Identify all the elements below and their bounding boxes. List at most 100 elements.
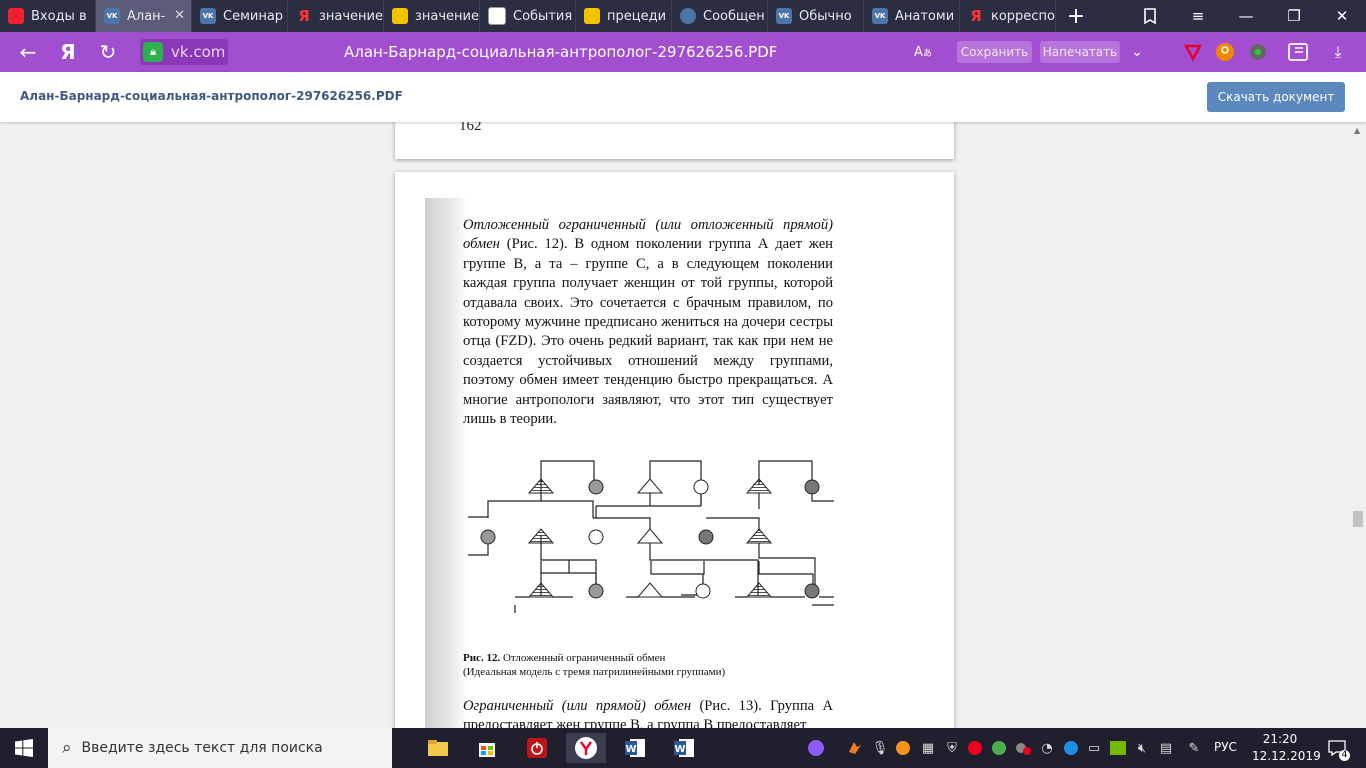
tab-5[interactable]: События bbox=[480, 0, 576, 32]
tab-label: Анатоми bbox=[895, 8, 955, 24]
tab-7[interactable]: Сообщен bbox=[672, 0, 768, 32]
save-button[interactable]: Сохранить bbox=[957, 41, 1032, 63]
new-tab-icon[interactable]: + bbox=[1056, 0, 1096, 32]
paragraph-restricted-exchange: Ограниченный (или прямой) обмен (Рис. 13… bbox=[463, 697, 833, 728]
caption-title: Отложенный ограниченный обмен bbox=[500, 652, 666, 664]
yandex-browser-icon[interactable] bbox=[566, 733, 606, 763]
search-placeholder: Введите здесь текст для поиска bbox=[81, 740, 323, 756]
download-icon[interactable]: ⤓ bbox=[1327, 41, 1349, 63]
female-symbol bbox=[804, 583, 820, 599]
tray-c-icon[interactable] bbox=[1061, 738, 1081, 758]
windows-start-icon[interactable] bbox=[0, 728, 48, 768]
scroll-up-arrow-icon[interactable]: ▲ bbox=[1354, 126, 1360, 135]
scrollbar-thumb[interactable] bbox=[1353, 511, 1363, 527]
back-icon[interactable]: ← bbox=[10, 32, 46, 72]
menu-icon[interactable]: ≡ bbox=[1174, 0, 1222, 32]
male-symbol bbox=[745, 528, 773, 544]
reload-icon[interactable]: ↻ bbox=[90, 32, 126, 72]
tab-6[interactable]: прецеди bbox=[576, 0, 672, 32]
word-icon-2[interactable]: W bbox=[664, 733, 704, 763]
power-app-icon[interactable] bbox=[517, 733, 557, 763]
female-symbol bbox=[698, 529, 714, 545]
torrent-icon[interactable] bbox=[989, 738, 1009, 758]
tab-3[interactable]: Язначение bbox=[288, 0, 384, 32]
alice-icon[interactable] bbox=[806, 738, 826, 758]
mail-tab-icon bbox=[8, 8, 24, 24]
store-icon[interactable] bbox=[467, 733, 507, 763]
pdf-viewer[interactable]: 162 Отложенный ограниченный (или отложен… bbox=[0, 122, 1366, 728]
page-title: Алан-Барнард-социальная-антрополог-29762… bbox=[344, 43, 778, 61]
close-tab-icon[interactable]: ✕ bbox=[174, 8, 185, 23]
caption-subtitle: (Идеальная модель с тремя патрилинейными… bbox=[463, 666, 726, 678]
page-scan-shadow bbox=[425, 198, 467, 728]
restore-icon[interactable]: ❐ bbox=[1270, 0, 1318, 32]
paragraph-body: (Рис. 12). В одном поколении группа А да… bbox=[463, 236, 833, 428]
tray-window-icon[interactable]: ▭ bbox=[1084, 738, 1104, 758]
scrollbar[interactable]: ▲ bbox=[1350, 122, 1366, 728]
tab-1[interactable]: VK Алан- ✕ bbox=[96, 0, 192, 32]
male-symbol bbox=[636, 582, 664, 598]
url-text: vk.com bbox=[171, 43, 226, 61]
tab-label: Алан- bbox=[127, 8, 166, 24]
tab-label: События bbox=[513, 8, 573, 24]
language-indicator[interactable]: РУС bbox=[1214, 740, 1237, 754]
minimize-icon[interactable]: — bbox=[1222, 0, 1270, 32]
female-symbol bbox=[804, 479, 820, 495]
tray-network-icon[interactable]: ▤ bbox=[1156, 738, 1176, 758]
tab-9[interactable]: VK Анатоми bbox=[864, 0, 960, 32]
tab-label: Семинар bbox=[223, 8, 284, 24]
tab-0[interactable]: Входы в bbox=[0, 0, 96, 32]
tab-label: значение bbox=[319, 8, 383, 24]
taskbar: ⌕ Введите здесь текст для поиска W W 🎙︎ … bbox=[0, 728, 1366, 768]
network-error-icon[interactable] bbox=[1013, 738, 1033, 758]
bitcoin-icon[interactable] bbox=[893, 738, 913, 758]
pen-icon[interactable]: ✎ bbox=[1184, 738, 1204, 758]
male-symbol bbox=[745, 582, 773, 598]
wifi-icon[interactable]: ◔ bbox=[1037, 738, 1057, 758]
chevron-down-icon[interactable]: ⌄ bbox=[1126, 41, 1148, 63]
vk-tab-icon: VK bbox=[104, 8, 120, 24]
tab-10[interactable]: Якорреспо bbox=[960, 0, 1056, 32]
ya-tab-icon: Я bbox=[298, 7, 310, 25]
document-header: Алан-Барнард-социальная-антрополог-29762… bbox=[0, 72, 1366, 122]
url-field[interactable]: 🔒︎ vk.com bbox=[140, 39, 228, 65]
tab-label: Входы в bbox=[31, 8, 87, 24]
tab-8[interactable]: VK Обычно bbox=[768, 0, 864, 32]
msg-tab-icon bbox=[680, 8, 696, 24]
ya-tab-icon: Я bbox=[970, 7, 982, 25]
nvidia-icon[interactable] bbox=[1108, 738, 1128, 758]
kinship-diagram bbox=[463, 460, 834, 617]
clock-time: 21:20 bbox=[1262, 732, 1298, 746]
odnoklassniki-icon[interactable] bbox=[1214, 41, 1236, 63]
volume-muted-icon[interactable]: 🔇︎ bbox=[1132, 738, 1152, 758]
word-icon[interactable]: W bbox=[615, 733, 655, 763]
tab-label: корреспо bbox=[991, 8, 1055, 24]
collections-icon[interactable] bbox=[1126, 0, 1174, 32]
lock-icon: 🔒︎ bbox=[143, 42, 163, 62]
notifications-icon[interactable]: 4 bbox=[1324, 738, 1350, 761]
tab-label: прецеди bbox=[607, 8, 667, 24]
translate-icon[interactable]: Aあ bbox=[912, 41, 934, 63]
protect-icon[interactable] bbox=[1182, 41, 1204, 63]
download-document-button[interactable]: Скачать документ bbox=[1207, 82, 1345, 112]
doc-tab-icon bbox=[488, 7, 506, 25]
yandex-tray-icon[interactable] bbox=[965, 738, 985, 758]
paragraph-delayed-exchange: Отложенный ограниченный (или отложенный … bbox=[463, 216, 833, 429]
print-button[interactable]: Напечатать bbox=[1040, 41, 1120, 63]
pdf-page-163: Отложенный ограниченный (или отложенный … bbox=[395, 172, 954, 728]
extension-icon[interactable] bbox=[1247, 41, 1269, 63]
yandex-logo-icon[interactable]: Я bbox=[50, 32, 86, 72]
close-window-icon[interactable]: ✕ bbox=[1318, 0, 1366, 32]
tray-shield-icon[interactable]: ⛨ bbox=[942, 738, 962, 758]
sidebar-icon[interactable] bbox=[1287, 41, 1309, 63]
clock[interactable]: 21:20 12.12.2019 bbox=[1252, 731, 1321, 765]
tray-app-icon[interactable] bbox=[845, 738, 865, 758]
tab-label: значение bbox=[415, 8, 479, 24]
tray-grid-icon[interactable]: ▦ bbox=[918, 738, 938, 758]
tab-2[interactable]: VK Семинар bbox=[192, 0, 288, 32]
file-explorer-icon[interactable] bbox=[418, 733, 458, 763]
tab-4[interactable]: значение bbox=[384, 0, 480, 32]
male-symbol bbox=[636, 478, 664, 494]
microphone-icon[interactable]: 🎙︎ bbox=[870, 738, 890, 758]
taskbar-search-input[interactable]: ⌕ Введите здесь текст для поиска bbox=[48, 728, 392, 768]
